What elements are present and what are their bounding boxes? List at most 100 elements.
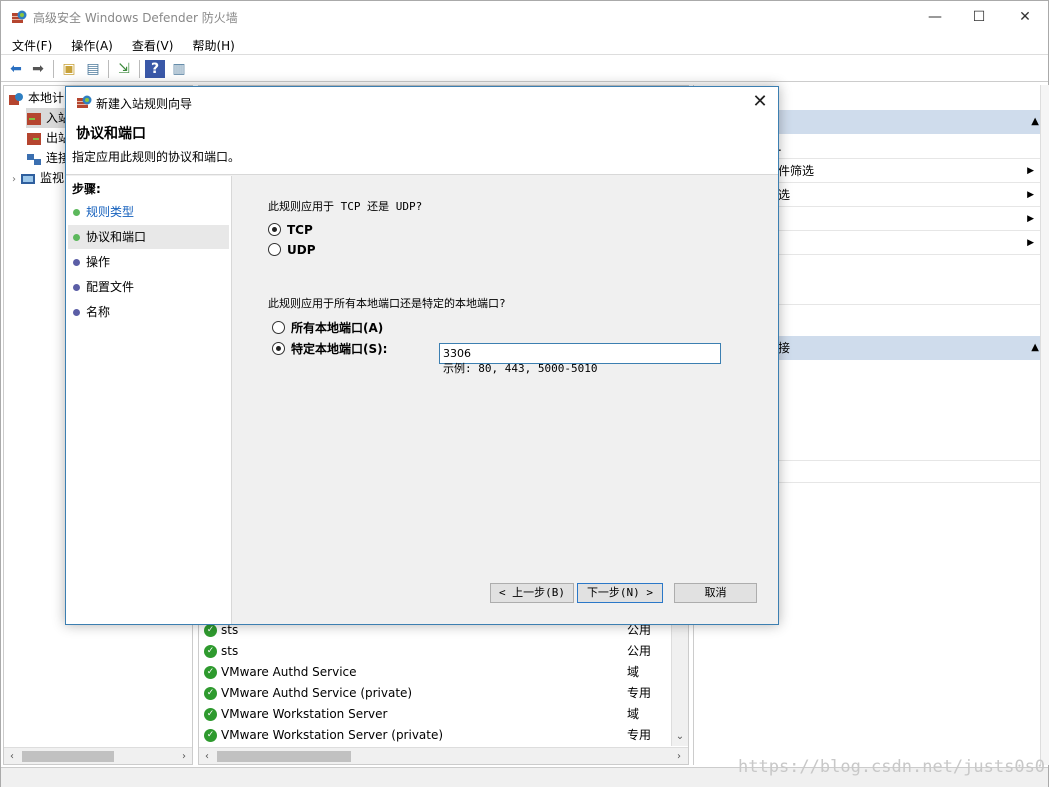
list-item[interactable]: ✓ VMware Authd Service (private) 专用 bbox=[204, 683, 674, 704]
dialog-title: 新建入站规则向导 bbox=[96, 97, 193, 111]
collapse-caret-icon[interactable]: ▲ bbox=[1031, 336, 1039, 360]
steps-title: 步骤: bbox=[72, 182, 101, 196]
watermark: https://blog.csdn.net/justs0s0 bbox=[738, 757, 1046, 777]
back-button[interactable]: < 上一步(B) bbox=[490, 583, 574, 603]
all-ports-radio[interactable]: 所有本地端口(A) bbox=[272, 319, 383, 337]
inbound-rules-icon bbox=[27, 112, 41, 125]
cancel-button[interactable]: 取消 bbox=[674, 583, 757, 603]
collapse-caret-icon[interactable]: ▲ bbox=[1031, 110, 1039, 134]
tree-root[interactable]: 本地计 bbox=[8, 88, 64, 108]
step-pending-dot-icon bbox=[73, 309, 80, 316]
toolbar-separator bbox=[108, 60, 109, 78]
page-subtitle: 指定应用此规则的协议和端口。 bbox=[72, 150, 241, 164]
radio-selected-icon bbox=[272, 342, 285, 355]
show-hide-tree-icon[interactable]: ▤ bbox=[83, 60, 103, 78]
rule-name: VMware Authd Service (private) bbox=[221, 686, 413, 700]
submenu-arrow-icon: ▶ bbox=[1027, 190, 1034, 200]
step-name: 名称 bbox=[68, 300, 229, 324]
submenu-arrow-icon: ▶ bbox=[1027, 214, 1034, 224]
step-pending-dot-icon bbox=[73, 284, 80, 291]
rule-profile: 域 bbox=[627, 707, 640, 721]
scroll-left-arrow-icon[interactable]: ‹ bbox=[199, 748, 215, 765]
dialog-close-button[interactable]: ✕ bbox=[748, 90, 772, 114]
maximize-button[interactable]: ☐ bbox=[956, 1, 1002, 33]
scroll-down-arrow-icon[interactable]: ⌄ bbox=[672, 728, 688, 745]
step-label: 规则类型 bbox=[86, 205, 135, 219]
list-vertical-scrollbar[interactable]: ⌄ bbox=[671, 616, 688, 746]
radio-unselected-icon bbox=[268, 243, 281, 256]
dialog-header: 协议和端口 指定应用此规则的协议和端口。 bbox=[66, 117, 778, 175]
page-title: 协议和端口 bbox=[76, 126, 146, 142]
menu-view[interactable]: 查看(V) bbox=[121, 33, 182, 54]
menu-help[interactable]: 帮助(H) bbox=[181, 33, 242, 54]
rule-profile: 公用 bbox=[627, 644, 652, 658]
step-action: 操作 bbox=[68, 250, 229, 274]
tree-horizontal-scrollbar[interactable]: ‹ › bbox=[4, 747, 192, 764]
tree-item-outbound-rules[interactable]: 出站 bbox=[26, 128, 70, 148]
scroll-thumb[interactable] bbox=[22, 751, 114, 762]
radio-unselected-icon bbox=[272, 321, 285, 334]
menu-action[interactable]: 操作(A) bbox=[60, 33, 121, 54]
title-bar: 高级安全 Windows Defender 防火墙 — ☐ ✕ bbox=[1, 1, 1048, 33]
list-item[interactable]: ✓ VMware Authd Service 域 bbox=[204, 662, 674, 683]
tree-item-connection-security[interactable]: 连接 bbox=[26, 148, 70, 168]
action-label: 件筛选 bbox=[778, 164, 815, 178]
tcp-radio[interactable]: TCP bbox=[268, 221, 313, 239]
list-item[interactable]: ✓ VMware Workstation Server 域 bbox=[204, 704, 674, 725]
forward-arrow-icon[interactable]: ➡ bbox=[28, 60, 48, 78]
firewall-app-icon bbox=[12, 10, 27, 23]
port-question: 此规则应用于所有本地端口还是特定的本地端口? bbox=[268, 297, 506, 310]
actions-vertical-scrollbar[interactable] bbox=[1040, 85, 1049, 765]
submenu-arrow-icon: ▶ bbox=[1027, 238, 1034, 248]
step-protocol-ports: 协议和端口 bbox=[68, 225, 229, 249]
step-rule-type[interactable]: 规则类型 bbox=[68, 200, 229, 224]
port-example: 示例: 80, 443, 5000-5010 bbox=[443, 362, 598, 375]
firewall-icon bbox=[9, 92, 23, 105]
step-label: 配置文件 bbox=[86, 280, 135, 294]
action-label: 选 bbox=[778, 188, 791, 202]
list-item[interactable]: ✓ sts 公用 bbox=[204, 641, 674, 662]
enabled-check-icon: ✓ bbox=[204, 645, 217, 658]
expand-chevron-icon[interactable]: › bbox=[12, 174, 16, 185]
submenu-arrow-icon: ▶ bbox=[1027, 166, 1034, 176]
rule-profile: 域 bbox=[627, 665, 640, 679]
show-hide-action-pane-icon[interactable]: ▥ bbox=[169, 60, 189, 78]
menu-bar: 文件(F) 操作(A) 查看(V) 帮助(H) bbox=[1, 33, 1048, 55]
scroll-left-arrow-icon[interactable]: ‹ bbox=[4, 748, 20, 765]
udp-radio[interactable]: UDP bbox=[268, 241, 316, 259]
tree-item-monitoring[interactable]: › 监视 bbox=[12, 168, 64, 188]
step-current-dot-icon bbox=[73, 234, 80, 241]
enabled-check-icon: ✓ bbox=[204, 666, 217, 679]
rule-name: VMware Authd Service bbox=[221, 665, 357, 679]
export-list-icon[interactable]: ⇲ bbox=[114, 60, 134, 78]
list-horizontal-scrollbar[interactable]: ‹ › bbox=[199, 747, 688, 764]
tree-root-label: 本地计 bbox=[28, 91, 65, 105]
rule-name: VMware Workstation Server bbox=[221, 707, 388, 721]
close-button[interactable]: ✕ bbox=[1002, 1, 1048, 33]
next-button[interactable]: 下一步(N) > bbox=[577, 583, 663, 603]
scroll-right-arrow-icon[interactable]: › bbox=[671, 748, 687, 765]
minimize-button[interactable]: — bbox=[912, 1, 958, 33]
protocol-question: 此规则应用于 TCP 还是 UDP? bbox=[268, 200, 423, 213]
menu-file[interactable]: 文件(F) bbox=[1, 33, 60, 54]
help-icon[interactable]: ? bbox=[145, 60, 165, 78]
window-title: 高级安全 Windows Defender 防火墙 bbox=[33, 11, 238, 25]
toolbar-separator bbox=[53, 60, 54, 78]
list-item[interactable]: ✓ VMware Workstation Server (private) 专用 bbox=[204, 725, 674, 746]
specific-ports-label: 特定本地端口(S): bbox=[291, 342, 388, 356]
enabled-check-icon: ✓ bbox=[204, 708, 217, 721]
back-arrow-icon[interactable]: ⬅ bbox=[6, 60, 26, 78]
step-complete-dot-icon bbox=[73, 209, 80, 216]
up-folder-icon[interactable]: ▣ bbox=[59, 60, 79, 78]
scroll-thumb[interactable] bbox=[217, 751, 351, 762]
wizard-content: 此规则应用于 TCP 还是 UDP? TCP UDP 此规则应用于所有本地端口还… bbox=[233, 176, 778, 624]
specific-ports-radio[interactable]: 特定本地端口(S): bbox=[272, 340, 387, 358]
rule-name: VMware Workstation Server (private) bbox=[221, 728, 444, 742]
rule-name: sts bbox=[221, 623, 239, 637]
step-label: 操作 bbox=[86, 255, 111, 269]
rule-profile: 专用 bbox=[627, 686, 652, 700]
enabled-check-icon: ✓ bbox=[204, 729, 217, 742]
radio-selected-icon bbox=[268, 223, 281, 236]
scroll-right-arrow-icon[interactable]: › bbox=[176, 748, 192, 765]
monitoring-icon bbox=[21, 173, 35, 184]
